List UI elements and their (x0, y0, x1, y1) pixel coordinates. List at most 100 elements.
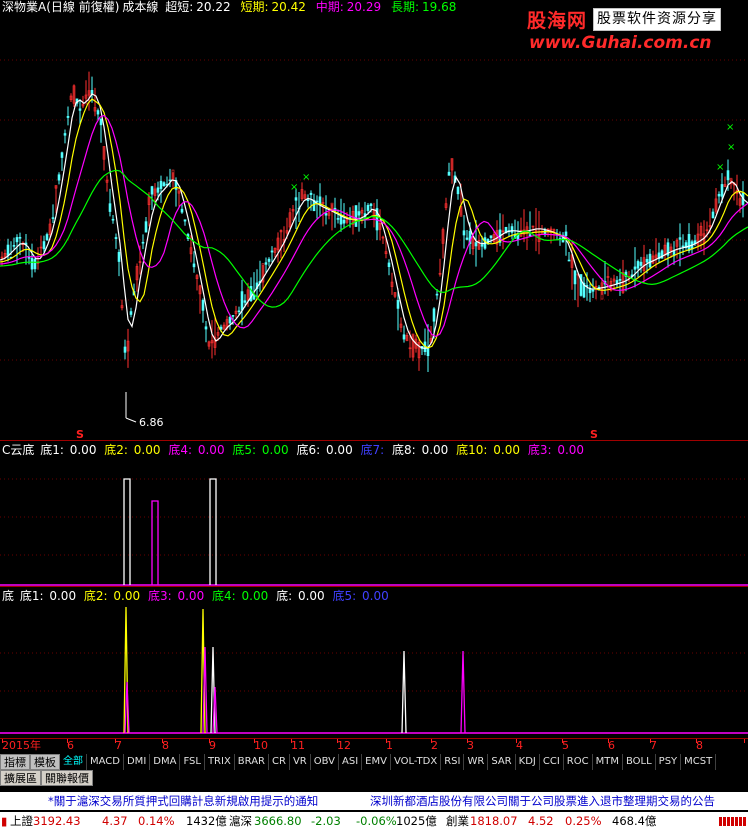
date-tick (386, 739, 387, 743)
hs-change: -2.03 (311, 814, 341, 828)
candle-body (12, 245, 16, 247)
tab-related-quotes[interactable]: 關聯報價 (41, 770, 93, 786)
extension-tab-bar: 擴展區 關聯報價 (0, 770, 748, 787)
ind2-item: 底1: 0.00 (19, 589, 77, 603)
tab-kdj[interactable]: KDJ (516, 753, 540, 770)
hs-pct: -0.06% (356, 814, 397, 828)
sh-value: 3192.43 (33, 814, 81, 828)
indicator-panel-1[interactable]: C云底 底1: 0.00 底2: 0.00 底4: 0.00 底5: 0.00 … (0, 440, 748, 586)
date-label: 6 (608, 739, 615, 752)
candle-body (396, 300, 400, 309)
date-tick (291, 739, 292, 743)
sh-label[interactable]: 上證 (10, 812, 33, 831)
tab-vr[interactable]: VR (290, 753, 311, 770)
candle-body (573, 270, 577, 285)
candle-body (309, 192, 313, 195)
candle-body (510, 226, 514, 233)
tab-rsi[interactable]: RSI (441, 753, 465, 770)
indicator-2-legend: 底 底1: 0.00 底2: 0.00 底3: 0.00 底4: 0.00 底:… (2, 589, 393, 604)
tab-dma[interactable]: DMA (150, 753, 181, 770)
date-label: 8 (162, 739, 169, 752)
tab-extension-area[interactable]: 擴展區 (0, 770, 41, 786)
date-tick (337, 739, 338, 743)
price-chart-panel[interactable]: × × × × × 6.86 S S 深物業A(日線 前復權) 成本線 超短: 20.22 短期:… (0, 0, 748, 440)
candle-body (201, 299, 205, 311)
tab-mtm[interactable]: MTM (593, 753, 623, 770)
candle-body (78, 108, 82, 111)
ind1-item: 底5: 0.00 (232, 443, 289, 457)
ind1-item: 底3: 0.00 (527, 443, 585, 457)
tab-trix[interactable]: TRIX (205, 753, 235, 770)
date-tick (516, 739, 517, 743)
candle-body (294, 197, 298, 201)
candle-body (528, 234, 532, 237)
tab-templates[interactable]: 模板 (30, 753, 60, 770)
tab-vol-tdx[interactable]: VOL-TDX (391, 753, 442, 770)
date-label: 3 (467, 739, 474, 752)
indicator-1-name: C云底 (2, 443, 35, 457)
notice-ticker: *關于滬深交易所質押式回購計息新規啟用提示的通知 深圳新都酒店股份有限公司關于公… (0, 792, 748, 810)
tab-cci[interactable]: CCI (540, 753, 564, 770)
ind2-item: 底3: 0.00 (147, 589, 205, 603)
candle-body (108, 203, 112, 212)
date-label: 7 (650, 739, 657, 752)
candle-body (357, 211, 361, 216)
indicator-panel-2[interactable]: 底 底1: 0.00 底2: 0.00 底3: 0.00 底4: 0.00 底:… (0, 586, 748, 738)
candle-body (264, 262, 268, 265)
tab-roc[interactable]: ROC (564, 753, 593, 770)
candle-body (474, 242, 478, 247)
candle-body (99, 118, 103, 126)
candle-body (42, 241, 46, 250)
date-tick (254, 739, 255, 743)
tab-dmi[interactable]: DMI (124, 753, 151, 770)
tab-macd[interactable]: MACD (87, 753, 124, 770)
date-tick (696, 739, 697, 743)
candle-body (465, 237, 469, 240)
tab-obv[interactable]: OBV (311, 753, 339, 770)
candle-body (591, 289, 595, 292)
notice-link[interactable]: *關于滬深交易所質押式回購計息新規啟用提示的通知 (48, 792, 318, 810)
candle-body (567, 259, 571, 262)
hs-label[interactable]: 滬深 (229, 812, 252, 831)
candle-body (156, 187, 160, 193)
tab-mcst[interactable]: MCST (681, 753, 717, 770)
signal-spike (123, 478, 131, 585)
price-chart[interactable]: ×××××6.86S S (0, 0, 748, 440)
signal-x-marker: × (727, 142, 735, 153)
candle-body (315, 200, 319, 203)
notice-link[interactable]: 深圳新都酒店股份有限公司關于公司股票進入退市整理期交易的公告 (370, 792, 715, 810)
indicator-2-name: 底 (2, 589, 15, 603)
tab-psy[interactable]: PSY (656, 753, 682, 770)
tab-cr[interactable]: CR (269, 753, 290, 770)
ind1-item: 底10: 0.00 (456, 443, 520, 457)
signal-x-marker: × (726, 122, 734, 133)
tab-emv[interactable]: EMV (362, 753, 391, 770)
date-tick (67, 739, 68, 743)
tab-asi[interactable]: ASI (339, 753, 363, 770)
candle-body (183, 219, 187, 222)
tab-all[interactable]: 全部 (60, 753, 87, 770)
tab-boll[interactable]: BOLL (623, 753, 656, 770)
candle-body (243, 300, 247, 303)
candle-body (129, 311, 133, 315)
cy-label[interactable]: 創業 (446, 812, 469, 831)
tab-indicators[interactable]: 指標 (0, 753, 30, 770)
cy-value: 1818.07 (470, 814, 518, 828)
tab-brar[interactable]: BRAR (235, 753, 269, 770)
candle-body (489, 235, 493, 239)
candle-body (633, 266, 637, 270)
tab-wr[interactable]: WR (464, 753, 489, 770)
candle-body (192, 263, 196, 268)
indicator-1-chart[interactable] (0, 441, 748, 587)
tab-sar[interactable]: SAR (488, 753, 516, 770)
date-tick (2, 739, 3, 743)
date-tick (562, 739, 563, 743)
low-pointer-line (125, 417, 137, 423)
indicator-2-chart[interactable] (0, 587, 748, 739)
candle-body (33, 258, 37, 270)
date-label: 5 (562, 739, 569, 752)
tab-fsl[interactable]: FSL (180, 753, 205, 770)
date-label: 10 (254, 739, 268, 752)
ind1-item: 底4: 0.00 (168, 443, 225, 457)
low-price-label: 6.86 (139, 416, 164, 429)
